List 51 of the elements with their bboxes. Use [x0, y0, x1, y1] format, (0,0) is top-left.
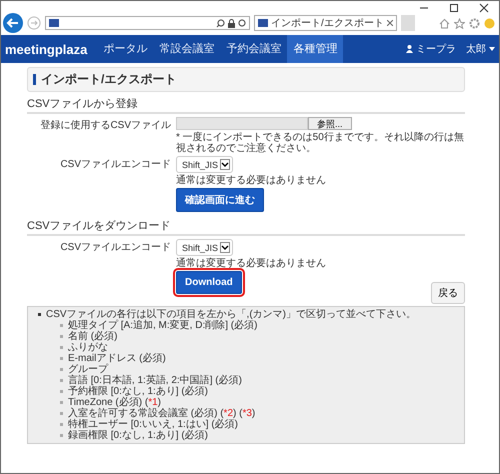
field-list-item: TimeZone (必須) (*1) [68, 397, 161, 408]
nav-tab[interactable]: 各種管理 [287, 35, 344, 63]
field-list-item: ふりがな [68, 342, 108, 353]
caret-icon [489, 47, 495, 51]
file-note: * 一度にインポートできるのは50行までです。それ以降の行は無視されるのでご注意ください。 [176, 132, 465, 154]
field-label: CSVファイルエンコード [59, 241, 172, 255]
field-label: CSVファイルエンコード [59, 158, 172, 172]
logo[interactable]: meetingplaza [5, 42, 88, 56]
confirm-button[interactable]: 確認画面に進む [176, 188, 264, 212]
encoding-select[interactable]: Shift_JIS [176, 239, 234, 256]
back-button[interactable]: 戻る [431, 282, 465, 304]
file-path-field[interactable] [176, 117, 308, 130]
nav-tab[interactable]: ポータル [97, 35, 154, 63]
field-list-item: 言語 [0:日本語, 1:英語, 2:中国語] (必須) [68, 375, 242, 386]
nav-tab[interactable]: 常設会議室 [153, 35, 220, 63]
user-name: ミープラ [416, 42, 456, 56]
maximize-icon[interactable] [449, 3, 459, 13]
favicon-icon [258, 19, 268, 27]
hint-text: 通常は変更する必要はありません [176, 175, 326, 186]
settings-icon[interactable] [469, 18, 480, 28]
chevron-icon [220, 242, 230, 253]
hint-text: 通常は変更する必要はありません [176, 258, 326, 269]
field-list-item: 予約権限 [0:なし, 1:あり] (必須) [68, 386, 208, 397]
section-heading: CSVファイルから登録 [27, 92, 465, 114]
section-heading: CSVファイルをダウンロード [27, 214, 465, 236]
close-icon[interactable] [386, 20, 393, 26]
field-list-item: 特権ユーザー [0:いいえ, 1:はい] (必須) [68, 419, 238, 430]
home-icon[interactable] [439, 18, 450, 28]
field-list-item: 録画権限 [0:なし, 1:あり] (必須) [68, 430, 208, 441]
field-list-item: 処理タイプ [A:追加, M:変更, D:削除] (必須) [68, 320, 258, 331]
field-list-item: 入室を許可する常設会議室 (必須) (*2) (*3) [68, 408, 256, 419]
encoding-select[interactable]: Shift_JIS [176, 156, 234, 173]
star-icon[interactable] [454, 18, 465, 28]
field-list-item: グループ [68, 364, 108, 375]
close-icon[interactable] [479, 3, 489, 13]
field-label: 登録に使用するCSVファイル [39, 119, 172, 133]
browser-tab[interactable]: インポート/エクスポート [254, 15, 397, 31]
browse-button[interactable]: 参照... [308, 117, 352, 130]
field-list-item: 名前 (必須) [68, 331, 118, 342]
help-intro: CSVファイルの各行は以下の項目を左から「,(カンマ)」で区切って並べて下さい。 [46, 309, 416, 320]
address-bar[interactable] [45, 16, 250, 30]
user-menu[interactable]: 太郎 [466, 42, 495, 56]
field-list-item: E-mailアドレス (必須) [68, 353, 166, 364]
lock-icon [228, 18, 235, 28]
nav-tab[interactable]: 予約会議室 [220, 35, 288, 63]
download-button[interactable]: Download [176, 271, 242, 294]
person-icon [406, 45, 413, 53]
favicon-icon [49, 19, 59, 27]
page-title: インポート/エクスポート [41, 71, 176, 88]
chevron-icon [220, 159, 230, 170]
search-icon[interactable] [216, 18, 225, 28]
